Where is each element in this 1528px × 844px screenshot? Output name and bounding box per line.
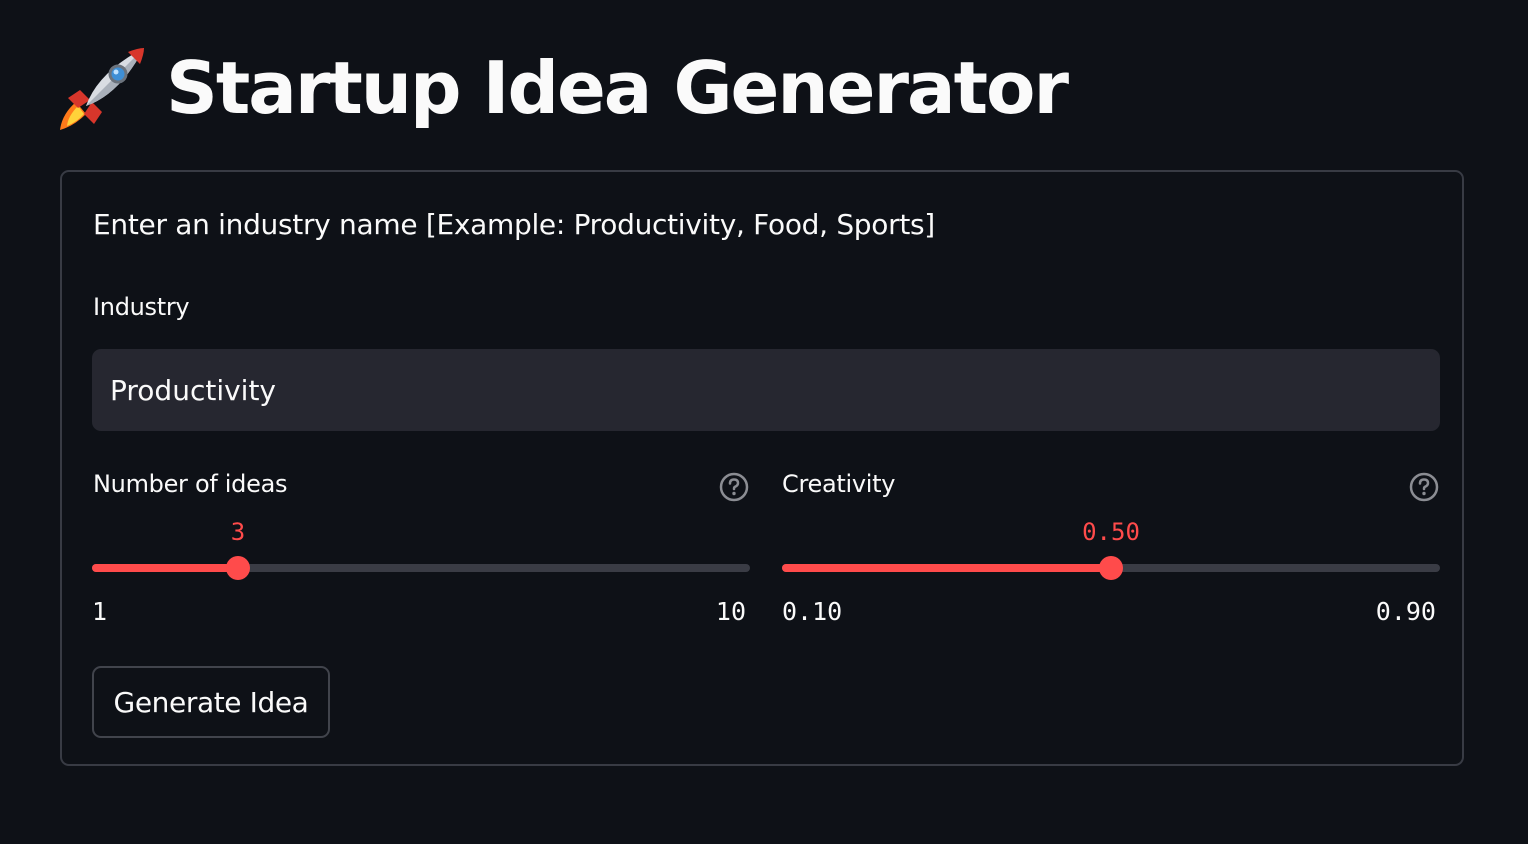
help-circle-icon[interactable] bbox=[719, 472, 749, 502]
creativity-max: 0.90 bbox=[1375, 597, 1436, 626]
num-ideas-slider[interactable] bbox=[92, 556, 750, 580]
generate-idea-button[interactable]: Generate Idea bbox=[92, 666, 330, 738]
creativity-slider-fill bbox=[782, 564, 1111, 572]
creativity-slider[interactable] bbox=[782, 556, 1440, 580]
help-circle-icon[interactable] bbox=[1409, 472, 1439, 502]
creativity-slider-thumb[interactable] bbox=[1099, 556, 1123, 580]
num-ideas-slider-thumb[interactable] bbox=[226, 556, 250, 580]
app-page: Startup Idea Generator Enter an industry… bbox=[0, 0, 1528, 844]
num-ideas-label: Number of ideas bbox=[93, 470, 288, 498]
num-ideas-value: 3 bbox=[230, 518, 246, 546]
page-title: Startup Idea Generator bbox=[58, 38, 1069, 138]
creativity-value: 0.50 bbox=[1082, 518, 1140, 546]
num-ideas-min: 1 bbox=[92, 597, 108, 626]
page-title-text: Startup Idea Generator bbox=[166, 46, 1069, 130]
idea-form: Enter an industry name [Example: Product… bbox=[60, 170, 1464, 766]
creativity-min: 0.10 bbox=[782, 597, 843, 626]
industry-label: Industry bbox=[93, 293, 190, 321]
creativity-label: Creativity bbox=[782, 470, 896, 498]
industry-input[interactable] bbox=[92, 349, 1440, 431]
form-description: Enter an industry name [Example: Product… bbox=[93, 208, 935, 241]
rocket-icon bbox=[58, 42, 150, 134]
num-ideas-slider-fill bbox=[92, 564, 238, 572]
num-ideas-max: 10 bbox=[715, 597, 746, 626]
